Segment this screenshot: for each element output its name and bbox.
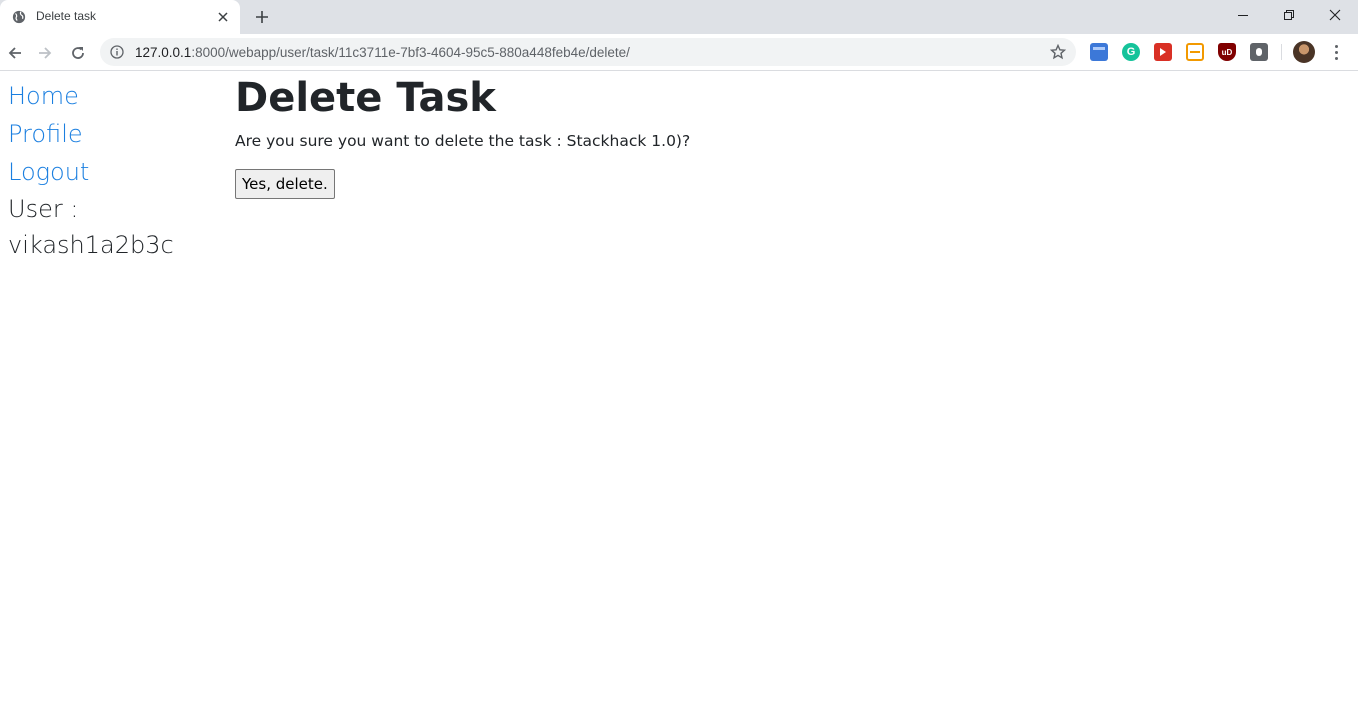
minimize-icon xyxy=(1238,15,1248,16)
back-button[interactable] xyxy=(3,41,27,65)
ext-orange-layout-icon[interactable] xyxy=(1186,43,1204,61)
info-icon[interactable] xyxy=(110,45,124,59)
browser-tab[interactable]: Delete task xyxy=(0,0,240,34)
page-content: Home Profile Logout User : vikash1a2b3c … xyxy=(0,71,1358,727)
toolbar-divider xyxy=(1281,44,1282,60)
new-tab-button[interactable] xyxy=(250,6,274,28)
close-icon xyxy=(1329,9,1341,21)
sidebar: Home Profile Logout User : vikash1a2b3c xyxy=(8,77,208,263)
url-host: 127.0.0.1 xyxy=(135,45,192,60)
sidebar-link-profile[interactable]: Profile xyxy=(8,115,208,153)
restore-icon xyxy=(1284,10,1294,20)
main-content: Delete Task Are you sure you want to del… xyxy=(235,71,690,199)
arrow-left-icon xyxy=(8,47,21,59)
url-text[interactable]: 127.0.0.1:8000/webapp/user/task/11c3711e… xyxy=(135,45,630,60)
confirm-delete-button[interactable]: Yes, delete. xyxy=(235,169,335,199)
user-label: User : xyxy=(8,195,79,223)
grammarly-icon[interactable]: G xyxy=(1122,43,1140,61)
minimize-button[interactable] xyxy=(1220,0,1266,30)
globe-icon xyxy=(12,10,26,24)
plus-icon xyxy=(256,11,268,23)
ext-bulb-icon[interactable] xyxy=(1250,43,1268,61)
ublock-icon[interactable]: uD xyxy=(1218,43,1236,61)
reload-button[interactable] xyxy=(66,41,90,65)
bookmark-star-icon[interactable] xyxy=(1050,44,1066,60)
browser-toolbar: 127.0.0.1:8000/webapp/user/task/11c3711e… xyxy=(0,34,1358,71)
arrow-right-icon xyxy=(39,47,52,59)
restore-button[interactable] xyxy=(1266,0,1312,30)
sidebar-link-logout[interactable]: Logout xyxy=(8,153,208,191)
forward-button[interactable] xyxy=(33,41,57,65)
confirm-message: Are you sure you want to delete the task… xyxy=(235,132,691,150)
close-window-button[interactable] xyxy=(1312,0,1358,30)
url-path: :8000/webapp/user/task/11c3711e-7bf3-460… xyxy=(191,45,630,60)
tab-strip: Delete task xyxy=(0,0,1358,34)
close-tab-icon[interactable] xyxy=(215,9,231,25)
ext-blue-icon[interactable] xyxy=(1090,43,1108,61)
profile-avatar[interactable] xyxy=(1293,41,1315,63)
address-bar[interactable]: 127.0.0.1:8000/webapp/user/task/11c3711e… xyxy=(100,38,1076,66)
sidebar-link-home[interactable]: Home xyxy=(8,77,208,115)
page-title: Delete Task xyxy=(235,75,496,121)
browser-menu-button[interactable] xyxy=(1328,42,1344,62)
ext-red-play-icon[interactable] xyxy=(1154,43,1172,61)
reload-icon xyxy=(72,47,84,59)
tab-title: Delete task xyxy=(36,9,97,23)
username: vikash1a2b3c xyxy=(8,231,174,259)
